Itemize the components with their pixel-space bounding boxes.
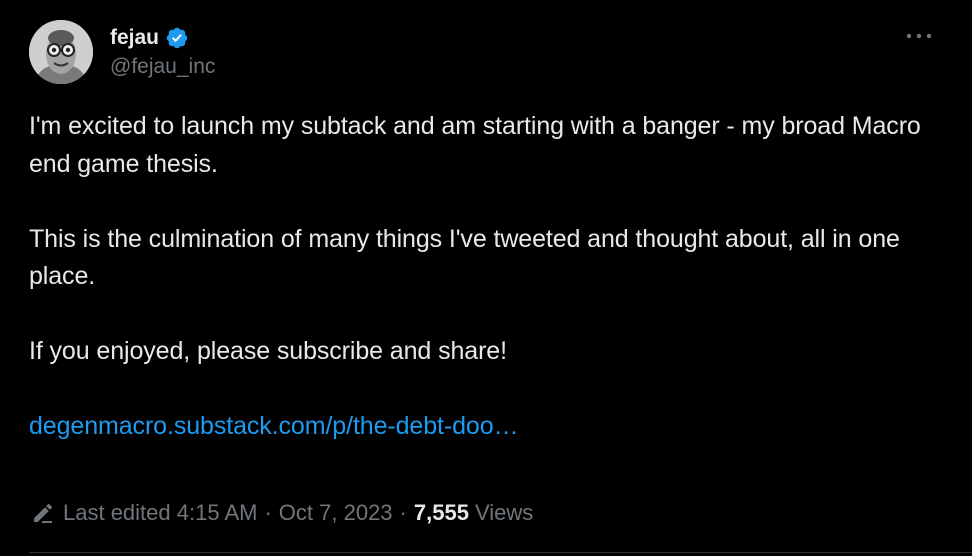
tweet-paragraph: This is the culmination of many things I… xyxy=(29,224,900,291)
tweet-text: I'm excited to launch my subtack and am … xyxy=(29,108,929,446)
author-handle[interactable]: @fejau_inc xyxy=(110,55,215,79)
views-count: 7,555 xyxy=(413,500,469,525)
avatar-image-icon xyxy=(29,20,93,84)
verified-badge-icon xyxy=(166,27,188,49)
tweet-link[interactable]: degenmacro.substack.com/p/the-debt-doo… xyxy=(29,412,519,440)
tweet-card: fejau @fejau_inc I'm excited to launch m… xyxy=(0,0,972,556)
divider xyxy=(29,552,972,553)
tweet-paragraph: I'm excited to launch my subtack and am … xyxy=(29,112,921,178)
tweet-date[interactable]: Oct 7, 2023 xyxy=(279,500,393,526)
tweet-meta: Last edited 4:15 AM · Oct 7, 2023 · 7,55… xyxy=(31,497,533,529)
views-label: Views xyxy=(474,500,534,525)
author-name-row: fejau xyxy=(110,24,189,52)
more-options-icon[interactable] xyxy=(904,26,934,46)
author-display-name[interactable]: fejau xyxy=(110,26,159,50)
meta-separator: · xyxy=(399,500,407,525)
meta-separator: · xyxy=(264,500,272,525)
edited-time[interactable]: Last edited 4:15 AM xyxy=(63,500,257,526)
tweet-paragraph: If you enjoyed, please subscribe and sha… xyxy=(29,337,507,365)
avatar[interactable] xyxy=(29,20,93,84)
edit-pencil-icon xyxy=(34,503,53,523)
